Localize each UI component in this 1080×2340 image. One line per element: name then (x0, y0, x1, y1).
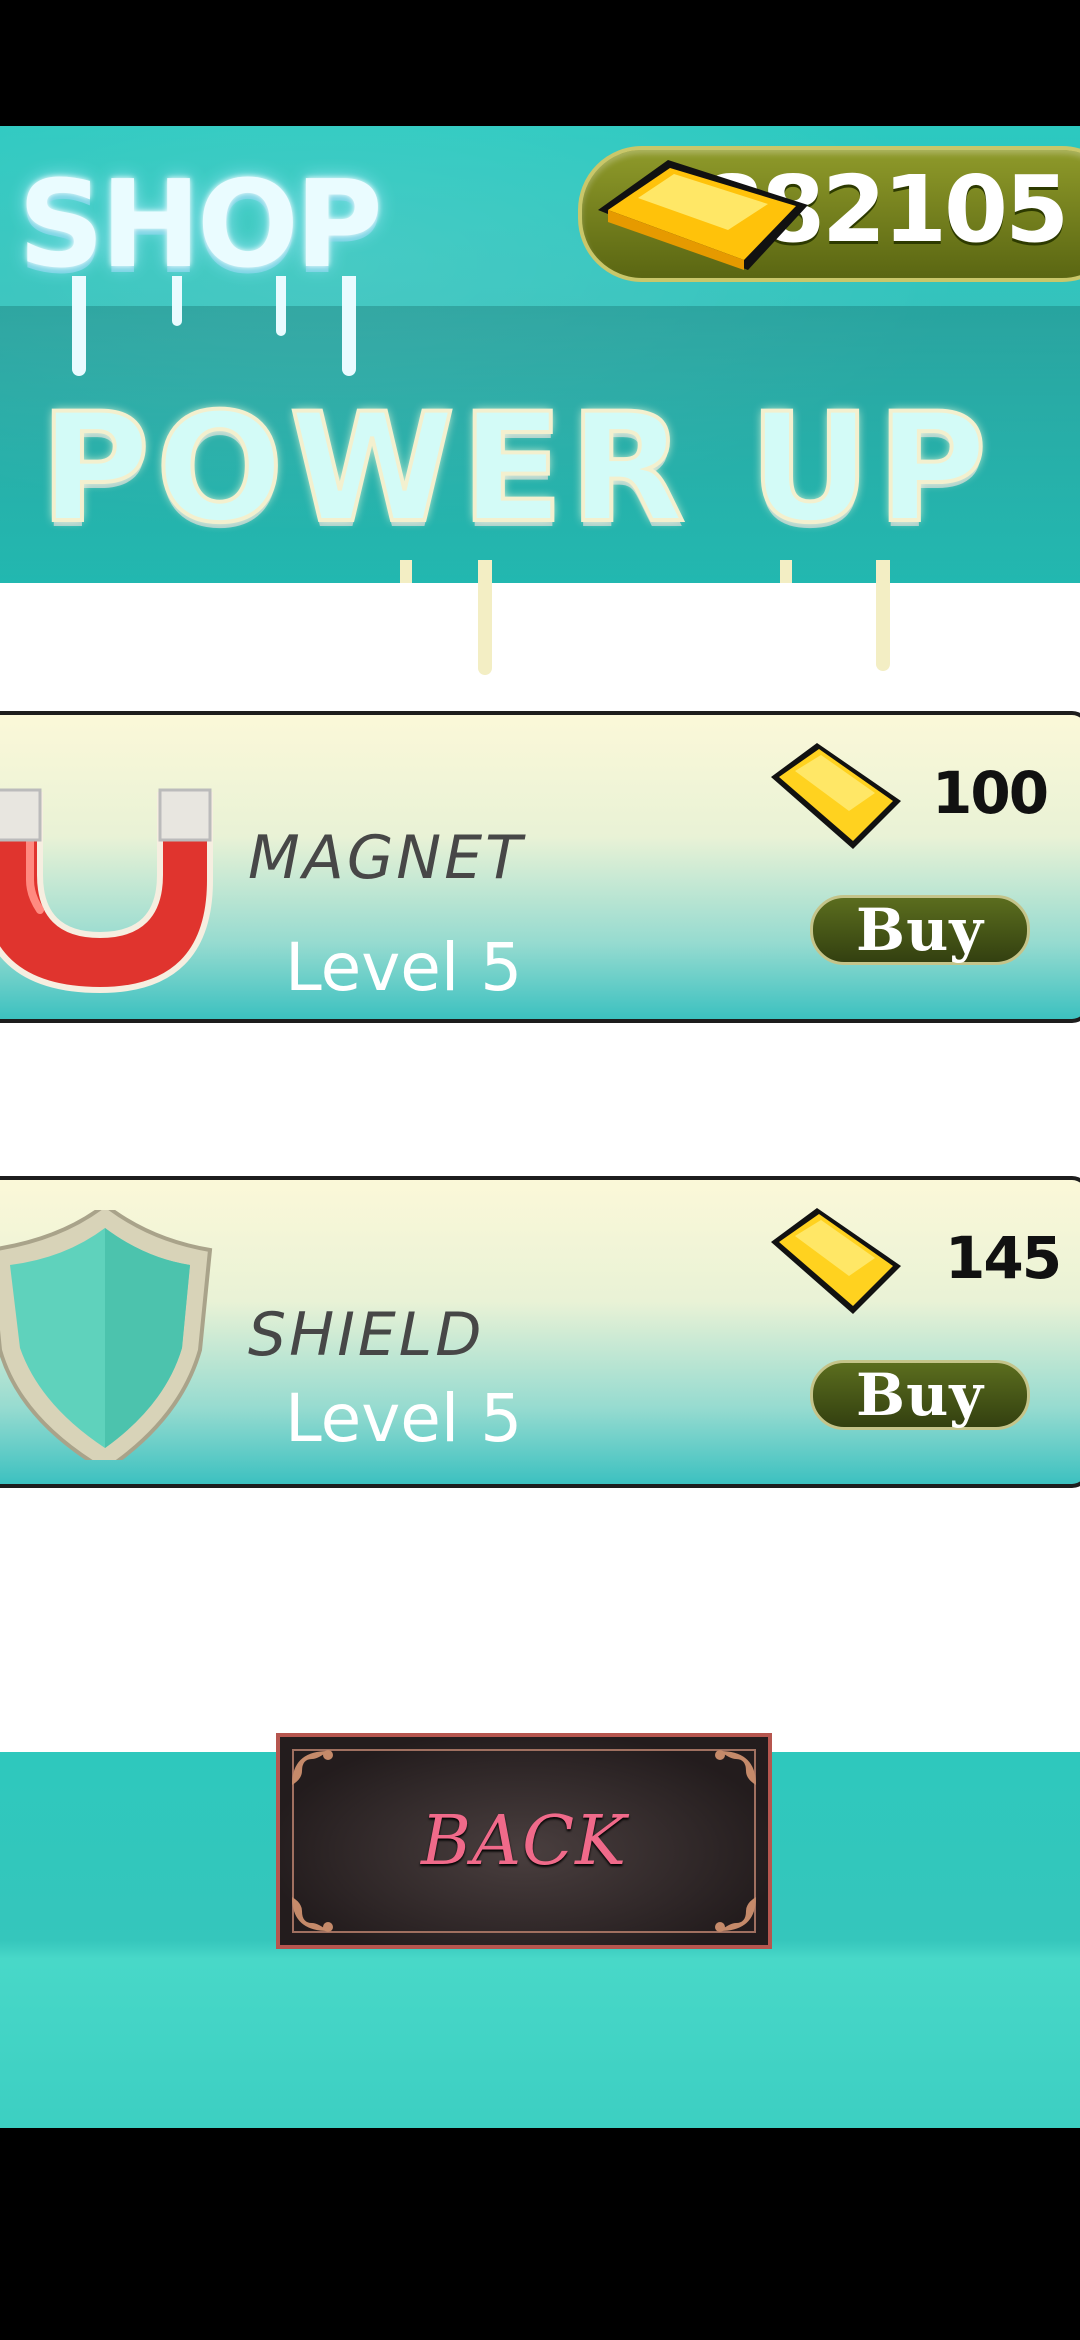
magnet-icon (0, 788, 213, 994)
item-level: Level 5 (285, 929, 523, 1006)
buy-button-magnet[interactable]: Buy (810, 895, 1030, 965)
item-name: MAGNET (248, 823, 525, 893)
ornament-icon (292, 1897, 333, 1932)
item-price: 100 (932, 759, 1049, 827)
icicle-decoration (342, 276, 356, 376)
icicle-decoration (276, 276, 286, 336)
icicle-decoration (478, 583, 492, 675)
icicle-decoration (876, 583, 890, 671)
shield-icon (0, 1210, 213, 1460)
icicle-decoration (72, 276, 86, 376)
ornament-icon (715, 1750, 756, 1785)
icicle-decoration (172, 276, 182, 326)
shop-title: SHOP (18, 156, 383, 295)
buy-button-shield[interactable]: Buy (810, 1360, 1030, 1430)
gold-bar-icon (771, 1208, 901, 1314)
back-button[interactable]: BACK (276, 1733, 772, 1949)
gold-bar-icon (598, 160, 808, 270)
ornament-icon (292, 1750, 333, 1785)
gold-bar-icon (771, 743, 901, 849)
item-level: Level 5 (285, 1380, 523, 1457)
frame-border (292, 1749, 756, 1933)
powerup-card-magnet: MAGNET Level 5 100 Buy (0, 711, 1080, 1023)
item-price: 145 (945, 1224, 1062, 1292)
powerup-card-shield: SHIELD Level 5 145 Buy (0, 1176, 1080, 1488)
ornament-icon (715, 1897, 756, 1932)
shop-header: SHOP 882105 POWER UP (0, 126, 1080, 583)
powerup-title: POWER UP (38, 382, 993, 556)
item-name: SHIELD (248, 1300, 485, 1370)
